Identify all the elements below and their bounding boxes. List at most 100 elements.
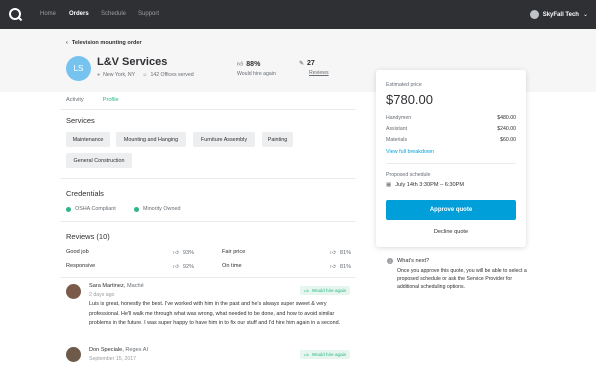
schedule-label: Proposed schedule [386, 172, 431, 178]
quote-divider [386, 163, 516, 164]
review-count: 27 [307, 60, 315, 67]
reviewer-category: Regex AI [125, 347, 149, 353]
rating-pct-value: 81% [339, 263, 352, 270]
provider-avatar: LS [66, 56, 91, 81]
provider-meta: ● New York, NY ☺ 142 Offices served [97, 72, 194, 78]
hire-again-badge-label: Would hire again [311, 352, 347, 357]
view-breakdown-link[interactable]: View full breakdown [386, 149, 434, 155]
check-circle-icon [66, 206, 71, 212]
credential-item: OSHA Compliant [66, 206, 116, 212]
price-line: Materials $60.00 [386, 137, 516, 143]
estimated-price-label: Estimated price [386, 82, 422, 88]
check-circle-icon [134, 206, 139, 212]
reviews-link[interactable]: Reviews [309, 70, 329, 76]
service-chip: Maintenance [66, 132, 110, 147]
price-line-amount: $240.00 [497, 126, 516, 132]
credentials-title: Credentials [66, 189, 104, 198]
user-avatar [529, 10, 539, 19]
review-text: Luis is great, honestly the best. I've w… [89, 301, 341, 326]
rating-pct-value: 93% [182, 249, 195, 256]
estimated-price: $780.00 [386, 92, 433, 107]
thumbs-up-icon: 👍︎ [330, 250, 336, 256]
back-link[interactable]: ‹ Television mounting order [66, 40, 142, 46]
whats-next-title: What's next? [397, 258, 430, 264]
price-line: Handymen $480.00 [386, 115, 516, 121]
reviewer-name-text: Sara Martinez, [89, 283, 126, 289]
provider-offices: 142 Offices served [150, 72, 194, 78]
reviewer-name-text: Don Speciale, [89, 347, 124, 353]
user-menu[interactable]: SkyFall Tech ⌄ [529, 8, 588, 21]
schedule-value: July 14th 3:30PM – 6:30PM [395, 182, 465, 188]
hire-again-badge: 👍︎ Would hire again [300, 286, 351, 295]
hire-rate: 88% [246, 60, 261, 68]
pencil-icon: ✎ [299, 61, 305, 67]
quote-card: Estimated price $780.00 Handymen $480.00 … [376, 70, 526, 247]
user-name: SkyFall Tech [542, 11, 579, 18]
proposed-schedule: ▦ July 14th 3:30PM – 6:30PM [386, 182, 464, 188]
rating-pct-value: 92% [182, 263, 195, 270]
hire-again-badge-label: Would hire again [311, 288, 347, 293]
decline-quote-button[interactable]: Decline quote [386, 229, 516, 235]
rating-pct: 👍︎ 93% [173, 249, 195, 257]
rating-label: On time [222, 263, 242, 269]
credential-label: Minority Owned [143, 206, 181, 212]
service-chip: Furniture Assembly [193, 132, 255, 147]
section-divider [60, 221, 356, 222]
thumbs-up-icon: 👍︎ [173, 250, 179, 256]
back-link-label: Television mounting order [71, 40, 142, 46]
rating-label: Good job [66, 249, 89, 255]
nav-orders[interactable]: Orders [69, 11, 89, 17]
chevron-left-icon: ‹ [66, 40, 68, 46]
nav-schedule[interactable]: Schedule [101, 11, 126, 17]
reviewer-avatar [66, 347, 81, 362]
price-line-amount: $60.00 [500, 137, 516, 143]
credential-item: Minority Owned [134, 206, 180, 212]
thumbs-up-icon: 👍︎ [304, 351, 309, 357]
rating-label: Fair price [222, 249, 246, 255]
thumbs-up-icon: 👍︎ [173, 264, 179, 270]
hire-label: Would hire again [237, 71, 276, 77]
info-icon: i [387, 258, 393, 264]
tabs-divider [60, 109, 356, 110]
thumbtack-logo-icon[interactable] [9, 8, 21, 20]
thumbs-up-icon: 👍︎ [304, 287, 309, 293]
section-divider [60, 178, 356, 179]
price-line: Assistant $240.00 [386, 126, 516, 132]
rating-pct: 👍︎ 92% [173, 263, 195, 271]
nav-home[interactable]: Home [40, 11, 56, 17]
calendar-icon: ▦ [386, 182, 392, 188]
provider-name: L&V Services [97, 56, 168, 68]
rating-pct-value: 81% [339, 249, 352, 256]
price-line-name: Handymen [386, 115, 412, 121]
services-title: Services [66, 116, 95, 125]
reviewer-category: Maché [126, 283, 144, 289]
service-chip: General Construction [66, 153, 132, 168]
price-line-name: Materials [386, 137, 408, 143]
section-divider [60, 277, 356, 278]
service-chip: Painting [262, 132, 293, 147]
price-line-amount: $480.00 [497, 115, 516, 121]
service-chip: Mounting and Hanging [116, 132, 186, 147]
reviews-stat[interactable]: ✎ 27 Reviews [299, 60, 329, 76]
whats-next-body: Once you approve this quote, you will be… [397, 268, 527, 291]
hire-again-stat: 👍︎ 88% Would hire again [237, 60, 276, 78]
hire-again-badge: 👍︎ Would hire again [300, 350, 351, 359]
rating-pct: 👍︎ 81% [330, 249, 352, 257]
reviewer-name: Sara Martinez, Maché [89, 283, 144, 289]
thumbs-up-icon: 👍︎ [330, 264, 336, 270]
approve-quote-button[interactable]: Approve quote [386, 200, 516, 220]
reviews-title: Reviews (10) [66, 232, 110, 241]
rating-label: Responsive [66, 263, 96, 269]
provider-location: New York, NY [103, 72, 136, 78]
top-nav: Home Orders Schedule Support SkyFall Tec… [0, 0, 596, 29]
location-pin-icon: ● [97, 72, 101, 78]
nav-support[interactable]: Support [138, 11, 159, 17]
reviewer-avatar [66, 284, 81, 299]
price-line-name: Assistant [386, 126, 408, 132]
review-date: 2 days ago [89, 292, 115, 298]
review-date: September 15, 2017 [89, 356, 137, 362]
people-icon: ☺ [142, 72, 148, 78]
credential-label: OSHA Compliant [75, 206, 116, 212]
reviewer-name: Don Speciale, Regex AI [89, 347, 148, 353]
thumbs-up-icon: 👍︎ [237, 62, 244, 68]
